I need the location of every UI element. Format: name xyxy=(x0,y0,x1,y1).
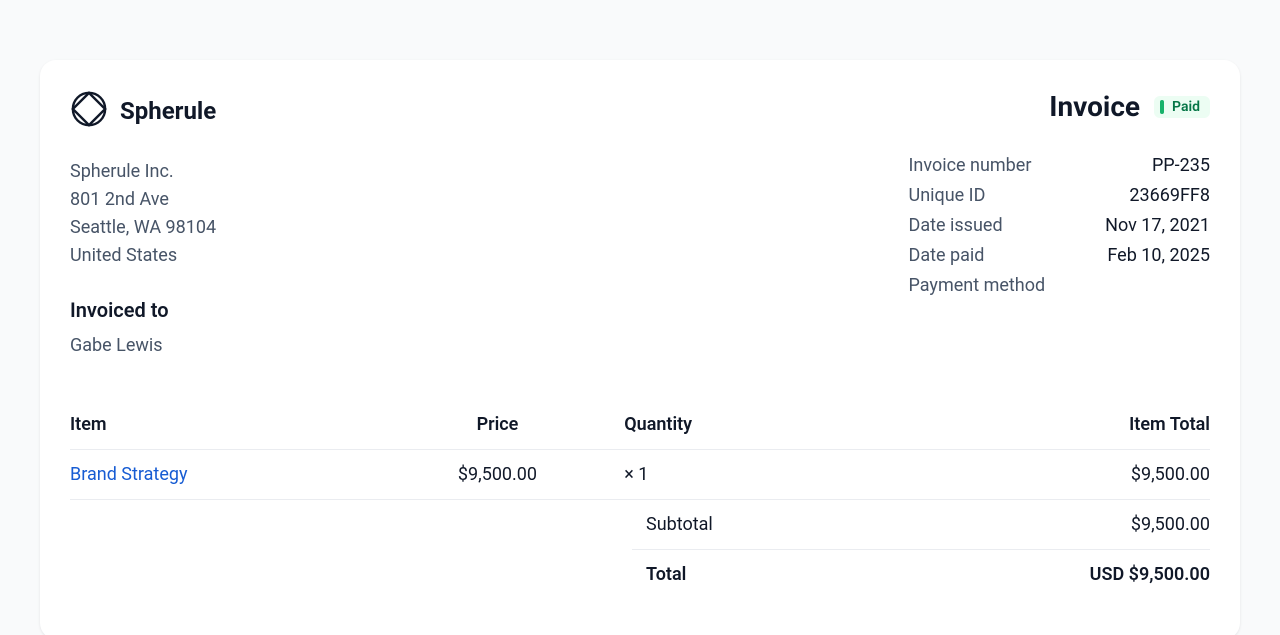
meta-label-issued: Date issued xyxy=(909,211,1046,241)
total-label: Total xyxy=(632,564,686,585)
sender-country: United States xyxy=(70,242,216,270)
sender-street: 801 2nd Ave xyxy=(70,186,216,214)
total-value: USD $9,500.00 xyxy=(1090,564,1210,585)
meta-label-number: Invoice number xyxy=(909,151,1046,181)
brand: Spherule xyxy=(70,90,216,132)
meta-value-issued: Nov 17, 2021 xyxy=(1105,211,1210,241)
brand-logo-icon xyxy=(70,90,108,132)
sender-name: Spherule Inc. xyxy=(70,158,216,186)
status-text: Paid xyxy=(1172,99,1200,115)
meta-label-payment: Payment method xyxy=(909,271,1046,301)
invoice-meta: Invoice number Unique ID Date issued Dat… xyxy=(909,151,1210,301)
row-item-price: $9,500.00 xyxy=(379,464,617,485)
row-item-total: $9,500.00 xyxy=(925,464,1210,485)
th-quantity: Quantity xyxy=(616,414,925,435)
table-row: Brand Strategy $9,500.00 × 1 $9,500.00 xyxy=(70,449,1210,500)
brand-name: Spherule xyxy=(120,97,216,125)
invoice-title: Invoice xyxy=(1049,90,1140,123)
meta-label-paid: Date paid xyxy=(909,241,1046,271)
th-total: Item Total xyxy=(925,414,1210,435)
invoice-card: Spherule Spherule Inc. 801 2nd Ave Seatt… xyxy=(40,60,1240,635)
invoiced-to-name: Gabe Lewis xyxy=(70,332,216,360)
meta-value-paid: Feb 10, 2025 xyxy=(1105,241,1210,271)
row-item-name[interactable]: Brand Strategy xyxy=(70,464,379,485)
th-price: Price xyxy=(379,414,617,435)
line-items-table: Item Price Quantity Item Total Brand Str… xyxy=(70,414,1210,500)
sender-city: Seattle, WA 98104 xyxy=(70,214,216,242)
invoiced-to-label: Invoiced to xyxy=(70,298,216,322)
status-badge: Paid xyxy=(1154,96,1210,118)
subtotal-value: $9,500.00 xyxy=(1131,514,1210,535)
meta-value-uniqueid: 23669FF8 xyxy=(1105,181,1210,211)
row-item-qty: × 1 xyxy=(616,464,925,485)
th-item: Item xyxy=(70,414,379,435)
totals: Subtotal $9,500.00 Total USD $9,500.00 xyxy=(632,500,1210,599)
subtotal-label: Subtotal xyxy=(632,514,713,535)
meta-label-uniqueid: Unique ID xyxy=(909,181,1046,211)
meta-value-number: PP-235 xyxy=(1105,151,1210,181)
